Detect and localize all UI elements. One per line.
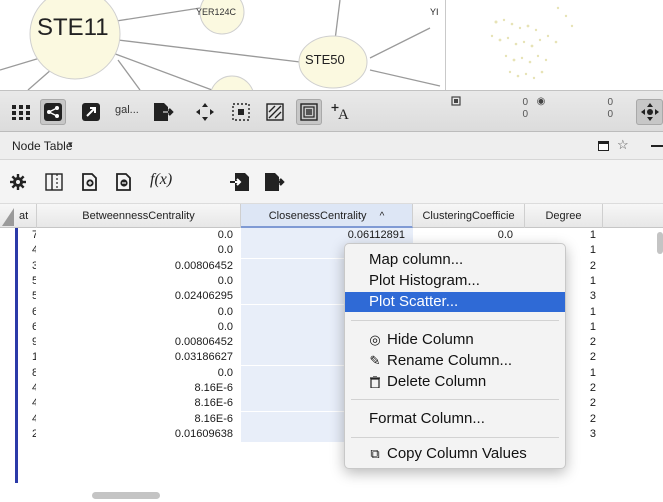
cell-betweenness[interactable]: 0.0 <box>37 305 237 320</box>
selected-nodes-count: 0 <box>522 97 528 108</box>
fit-content-icon[interactable] <box>192 99 218 125</box>
horizontal-scrollbar-track[interactable] <box>0 489 663 502</box>
network-overview-panel[interactable] <box>445 0 663 90</box>
selected-nodes-total: 0 <box>522 109 528 120</box>
svg-text:A: A <box>338 107 349 122</box>
vertical-scrollbar[interactable] <box>657 232 663 254</box>
hidden-nodes-total: 0 <box>607 109 613 120</box>
column-header-clustering[interactable]: ClusteringCoefficie <box>413 204 525 228</box>
open-external-icon[interactable] <box>78 99 104 125</box>
export-table-icon[interactable] <box>262 170 286 194</box>
delete-column-icon[interactable] <box>112 170 136 194</box>
cell-betweenness[interactable]: 0.0 <box>37 243 237 258</box>
show-graphics-icon[interactable] <box>262 99 288 125</box>
menu-item-label: Map column... <box>369 251 464 268</box>
panel-dropdown-caret-icon[interactable]: ▾ <box>68 139 73 150</box>
hidden-nodes-count: 0 <box>607 97 613 108</box>
cell-betweenness[interactable]: 8.16E-6 <box>37 381 237 396</box>
annotation-text-icon[interactable]: A <box>328 99 354 125</box>
sort-ascending-icon: ^ <box>379 211 385 222</box>
menu-item-label: Delete Column <box>387 373 487 390</box>
menu-item-delete-column[interactable]: Delete Column <box>345 372 565 392</box>
cell-betweenness[interactable]: 8.16E-6 <box>37 396 237 411</box>
menu-separator <box>351 399 559 400</box>
style-selector[interactable]: gal... <box>115 104 139 116</box>
table-corner <box>0 204 16 228</box>
cell-betweenness[interactable]: 0.00806452 <box>37 335 237 350</box>
panel-title[interactable]: Node Table <box>12 139 73 153</box>
copy-icon: ⧉ <box>370 446 380 461</box>
selected-nodes-icon <box>450 95 462 107</box>
hide-graphics-icon[interactable] <box>296 99 322 125</box>
menu-item-copy-column-values[interactable]: ⧉ Copy Column Values <box>345 444 565 464</box>
table-row[interactable]: 7 0.0 0.06112891 0.0 1 <box>0 228 663 243</box>
menu-item-plot-histogram[interactable]: Plot Histogram... <box>345 271 565 291</box>
menu-item-label: Copy Column Values <box>387 445 527 462</box>
export-icon[interactable] <box>150 99 176 125</box>
column-header-id[interactable]: at <box>16 204 37 228</box>
pin-icon[interactable]: ☆ <box>617 137 629 153</box>
table-toolbar: f(x) <box>0 160 663 204</box>
node-label-yi: YI <box>430 7 439 17</box>
function-builder-button[interactable]: f(x) <box>150 171 172 189</box>
cell-clustering[interactable]: 0.0 <box>413 228 525 243</box>
cell-betweenness[interactable]: 0.0 <box>37 366 237 381</box>
menu-item-label: Plot Histogram... <box>369 272 480 289</box>
fit-selected-icon[interactable] <box>228 99 254 125</box>
import-table-icon[interactable] <box>228 170 252 194</box>
cell-betweenness[interactable]: 0.02406295 <box>37 289 237 304</box>
node-label-ste50: STE50 <box>305 52 345 67</box>
minimize-icon[interactable] <box>651 145 663 147</box>
menu-item-label: Plot Scatter... <box>369 293 459 310</box>
column-context-menu: Map column... Plot Histogram... Plot Sca… <box>344 243 566 469</box>
pencil-icon: ✎ <box>369 353 381 368</box>
menu-item-hide-column[interactable]: ◎ Hide Column <box>345 330 565 350</box>
cell-betweenness[interactable]: 0.0 <box>37 274 237 289</box>
node-table-panel-header: Node Table ▾ ☆ <box>0 132 663 160</box>
node-yer124c[interactable] <box>199 0 245 35</box>
menu-item-label: Format Column... <box>369 410 485 427</box>
share-network-icon[interactable] <box>40 99 66 125</box>
column-header-degree[interactable]: Degree <box>525 204 603 228</box>
cell-betweenness[interactable]: 8.16E-6 <box>37 412 237 427</box>
network-view[interactable]: STE11 YER124C STE50 YI <box>0 0 445 90</box>
column-header-betweenness[interactable]: BetweennessCentrality <box>37 204 241 228</box>
menu-separator <box>351 437 559 438</box>
trash-icon <box>367 372 383 394</box>
main-toolbar: gal... A 0 0 ◉ 0 0 <box>0 90 663 132</box>
cell-betweenness[interactable]: 0.01609638 <box>37 427 237 442</box>
selected-rows-marker <box>15 228 18 483</box>
column-header-closeness-label: ClosenessCentrality <box>268 210 367 222</box>
float-panel-icon[interactable] <box>598 140 609 154</box>
grid-layout-icon[interactable] <box>8 99 34 125</box>
node-label-ste11: STE11 <box>37 14 109 41</box>
cell-betweenness[interactable]: 0.03186627 <box>37 350 237 365</box>
column-header-closeness[interactable]: ClosenessCentrality ^ <box>241 204 413 228</box>
menu-item-rename-column[interactable]: ✎ Rename Column... <box>345 351 565 371</box>
eye-slash-icon: ◎ <box>369 332 381 347</box>
cell-betweenness[interactable]: 0.00806452 <box>37 259 237 274</box>
node-partial[interactable] <box>210 75 254 90</box>
cell-betweenness[interactable]: 0.0 <box>37 320 237 335</box>
cell-betweenness[interactable]: 0.0 <box>37 228 237 243</box>
gear-icon[interactable] <box>6 170 30 194</box>
menu-item-label: Hide Column <box>387 331 474 348</box>
navigate-icon[interactable] <box>636 99 663 125</box>
horizontal-scrollbar-thumb[interactable] <box>92 492 160 499</box>
node-label-yer124c: YER124C <box>196 7 237 17</box>
menu-item-label: Rename Column... <box>387 352 513 369</box>
new-column-icon[interactable] <box>78 170 102 194</box>
menu-separator <box>351 320 559 321</box>
hidden-nodes-icon: ◉ <box>536 95 546 107</box>
table-header: at BetweennessCentrality ClosenessCentra… <box>0 204 663 228</box>
cell-closeness[interactable]: 0.06112891 <box>241 228 413 243</box>
menu-item-plot-scatter[interactable]: Plot Scatter... <box>345 292 565 312</box>
show-columns-icon[interactable] <box>42 170 66 194</box>
overview-thumbnail <box>490 6 574 80</box>
menu-item-map-column[interactable]: Map column... <box>345 250 565 270</box>
cell-degree[interactable]: 1 <box>525 228 603 243</box>
menu-item-format-column[interactable]: Format Column... <box>345 409 565 429</box>
